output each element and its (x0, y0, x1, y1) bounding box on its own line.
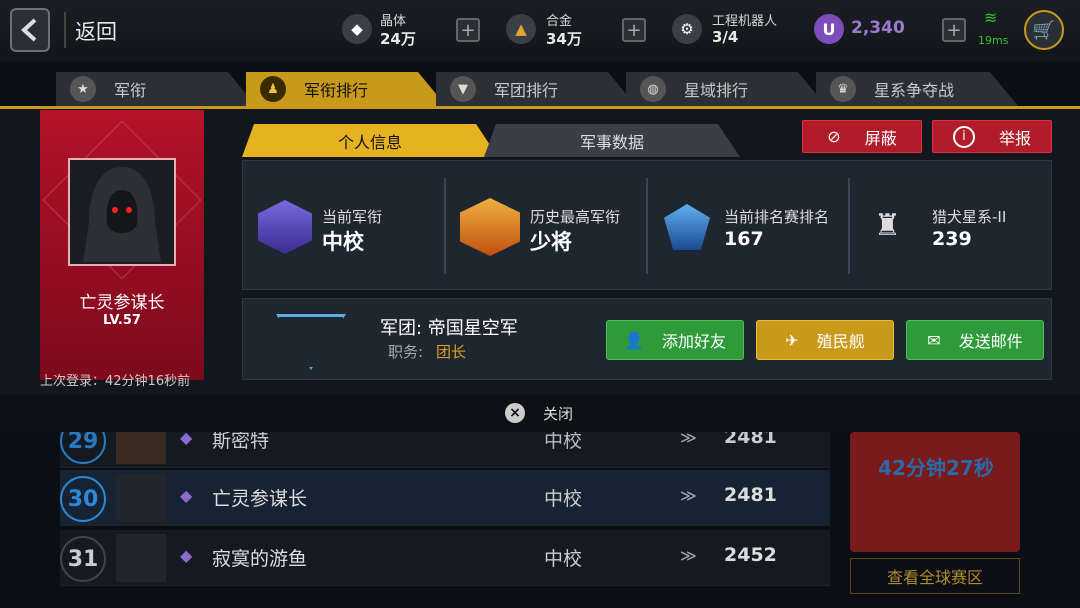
alloy-value: 34万 (546, 30, 582, 48)
rank-number: 31 (60, 536, 106, 582)
top-bar (0, 0, 1080, 62)
player-name: 亡灵参谋长 (212, 488, 308, 510)
tab-label: 星域排行 (684, 81, 749, 100)
alloy-icon: ▲ (506, 14, 536, 44)
tab-label: 军衔 (114, 81, 147, 100)
player-level: LV.57 (103, 313, 141, 328)
tab-legion-leaderboard[interactable]: ▼ 军团排行 (436, 72, 636, 106)
colony-ship-button[interactable]: ✈ 殖民舰 (756, 320, 894, 360)
player-score: 2481 (724, 484, 777, 506)
currency-value: 2,340 (851, 18, 905, 38)
current-rank-value: 中校 (322, 230, 364, 254)
colony-ship-label: 殖民舰 (816, 332, 865, 351)
wings-icon: ≫ (680, 546, 697, 565)
tab-rank-leaderboard[interactable]: ♟ 军衔排行 (246, 72, 446, 106)
add-friend-label: 添加好友 (661, 332, 726, 351)
timer-value: 42分钟27秒 (878, 456, 994, 480)
player-title: 中校 (544, 488, 583, 510)
legion-icon: ▼ (450, 76, 476, 102)
divider (848, 178, 850, 274)
robot-label: 工程机器人 (712, 14, 778, 29)
mail-icon: ✉ (927, 330, 941, 350)
divider (444, 178, 446, 274)
tab-label: 军团排行 (494, 81, 559, 100)
add-currency-button[interactable]: + (942, 18, 966, 42)
add-friend-button[interactable]: 👤 添加好友 (606, 320, 744, 360)
divider (64, 12, 66, 48)
tab-personal-info[interactable]: 个人信息 (242, 124, 498, 157)
back-button[interactable] (10, 8, 50, 52)
avatar (116, 534, 166, 582)
player-name: 寂寞的游鱼 (212, 548, 308, 570)
send-mail-label: 发送邮件 (958, 332, 1023, 351)
report-label: 举报 (998, 128, 1031, 148)
rank-badge-icon: ◆ (180, 486, 193, 505)
avatar (68, 158, 176, 266)
close-bar (0, 394, 1080, 432)
trophy-icon: ♜ (874, 208, 901, 243)
ranked-label: 当前排名赛排名 (724, 208, 830, 226)
robot-value: 3/4 (712, 28, 739, 46)
global-region-button[interactable]: 查看全球赛区 (850, 558, 1020, 594)
galaxy-value: 239 (932, 228, 972, 250)
chevron-left-icon (21, 18, 37, 42)
ranked-value: 167 (724, 228, 764, 250)
robot-icon: ⚙ (672, 14, 702, 44)
legion-name: 军团: 帝国星空军 (380, 318, 518, 339)
shop-cart-icon[interactable]: 🛒 (1024, 10, 1064, 50)
tab-galaxy-battle[interactable]: ♛ 星系争夺战 (816, 72, 1018, 106)
send-mail-button[interactable]: ✉ 发送邮件 (906, 320, 1044, 360)
crystal-value: 24万 (380, 30, 416, 48)
currency-icon: U (814, 14, 844, 44)
rank-number: 30 (60, 476, 106, 522)
crystal-label: 晶体 (380, 14, 407, 29)
report-button[interactable]: i 举报 (932, 120, 1052, 153)
add-crystal-button[interactable]: + (456, 18, 480, 42)
tab-military-data[interactable]: 军事数据 (484, 124, 740, 157)
block-button[interactable]: ⊘ 屏蔽 (802, 120, 922, 153)
player-score: 2452 (724, 544, 777, 566)
wifi-icon: ≋ (984, 8, 998, 27)
trophy-icon: ♛ (830, 76, 856, 102)
tab-label: 军衔排行 (304, 81, 369, 100)
player-title: 中校 (544, 548, 583, 570)
table-row[interactable]: 30 ◆ 亡灵参谋长 中校 ≫ 2481 (60, 470, 830, 526)
current-rank-label: 当前军衔 (322, 208, 383, 226)
divider (646, 178, 648, 274)
add-user-icon: 👤 (624, 330, 644, 350)
timer-panel (850, 432, 1020, 552)
info-icon: i (952, 125, 975, 148)
wings-icon: ≫ (680, 486, 697, 505)
highest-rank-value: 少将 (530, 230, 572, 254)
last-login: 上次登录：42分钟16秒前 (40, 374, 191, 389)
block-label: 屏蔽 (864, 128, 897, 148)
avatar (116, 474, 166, 522)
rank-badge-icon: ◆ (180, 546, 193, 565)
tab-sector-leaderboard[interactable]: ◍ 星域排行 (626, 72, 826, 106)
block-user-icon: ⊘ (827, 127, 841, 146)
planet-icon: ◍ (640, 76, 666, 102)
back-label[interactable]: 返回 (75, 16, 117, 46)
alloy-label: 合金 (546, 14, 573, 29)
close-button[interactable]: 关闭 (543, 403, 573, 424)
tab-rank[interactable]: ★ 军衔 (56, 72, 256, 106)
galaxy-label: 猎犬星系-II (932, 208, 1007, 226)
ship-icon: ✈ (785, 330, 799, 350)
table-row[interactable]: 31 ◆ 寂寞的游鱼 中校 ≫ 2452 (60, 530, 830, 586)
hooded-figure-icon (83, 167, 161, 262)
legion-role-value: 团长 (436, 343, 467, 361)
rank-user-icon: ♟ (260, 76, 286, 102)
ping-value: 19ms (978, 34, 1009, 47)
add-alloy-button[interactable]: + (622, 18, 646, 42)
tab-label: 星系争夺战 (874, 81, 955, 100)
crystal-icon: ◆ (342, 14, 372, 44)
highest-rank-label: 历史最高军衔 (530, 208, 621, 226)
player-name: 亡灵参谋长 (79, 293, 165, 313)
close-icon[interactable]: × (505, 403, 525, 423)
badge-icon: ★ (70, 76, 96, 102)
legion-role-label: 职务: (388, 343, 424, 361)
